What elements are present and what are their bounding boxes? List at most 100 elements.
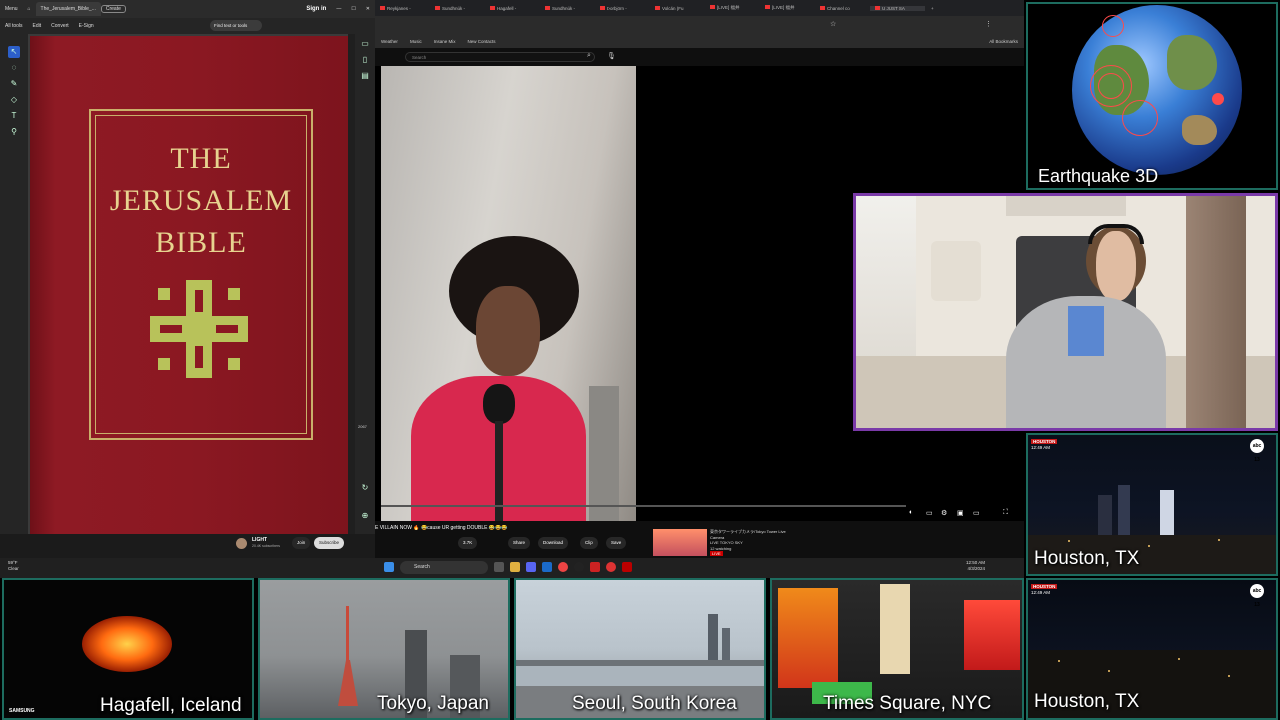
file-explorer-icon[interactable]: [510, 562, 520, 572]
tile-label-seoul: Seoul, South Korea: [572, 693, 737, 714]
chrome-menu-icon[interactable]: ⋮: [985, 20, 992, 28]
save-button[interactable]: Save: [606, 537, 627, 549]
steam-icon[interactable]: [542, 562, 552, 572]
bookmark-weather[interactable]: Weather: [375, 39, 404, 44]
fullscreen-icon[interactable]: ⛶: [1003, 509, 1008, 517]
sign-in-button[interactable]: Sign in: [301, 6, 331, 12]
video-frame[interactable]: [381, 66, 636, 521]
close-icon[interactable]: ✕: [361, 6, 375, 12]
chrome-tab[interactable]: Channel co: [815, 6, 870, 11]
abc13-logo: abc 13: [1250, 584, 1264, 608]
chrome-tab-active[interactable]: U JUST SA: [870, 5, 925, 11]
chrome-tab[interactable]: Þorbjörn -: [595, 6, 650, 11]
star-icon[interactable]: ☆: [830, 20, 836, 28]
theater-icon[interactable]: ▭: [973, 509, 980, 517]
skyline-building: [1160, 490, 1174, 535]
eraser-icon[interactable]: ◇: [8, 94, 20, 106]
text-icon[interactable]: T: [8, 110, 20, 122]
clock-date: 4/3/2024: [967, 566, 986, 571]
acrobat-menu-button[interactable]: Menu: [0, 6, 23, 12]
acrobat-right-toolbar: ▭ ▯ ▤ 2067 ↻ ⊕: [355, 34, 375, 534]
maximize-icon[interactable]: ☐: [346, 6, 360, 12]
city-light: [1058, 660, 1060, 662]
quake-ring: [1098, 73, 1124, 99]
bookmarks-bar: Weather Music Insane Mix New Contacts Al…: [375, 34, 1024, 48]
subscribe-button[interactable]: Subscribe: [314, 537, 345, 549]
panel-pages-icon[interactable]: ▤: [359, 70, 371, 82]
captions-icon[interactable]: ▭: [926, 509, 933, 517]
panel-comments-icon[interactable]: ▭: [359, 38, 371, 50]
all-bookmarks-link[interactable]: All Bookmarks: [983, 39, 1024, 44]
chrome-tab[interactable]: Sundhnúk -: [430, 6, 485, 11]
youtube-search-input[interactable]: Search: [405, 52, 595, 62]
channel-name[interactable]: LIGHT: [252, 537, 267, 543]
chrome-tab[interactable]: [LIVE] 福井: [705, 5, 760, 11]
pencil-icon[interactable]: ✎: [8, 78, 20, 90]
chrome-tab[interactable]: Hagafell -: [485, 6, 540, 11]
acrobat-taskbar-icon[interactable]: [590, 562, 600, 572]
earth-globe: [1072, 5, 1242, 175]
join-button[interactable]: Join: [292, 537, 311, 549]
refresh-icon[interactable]: ↻: [359, 482, 371, 494]
app-icon[interactable]: [606, 562, 616, 572]
minimize-icon[interactable]: —: [331, 6, 346, 12]
news-station-badge: HOUSTON 12:49 AM: [1031, 584, 1058, 596]
pdf-icon[interactable]: [622, 562, 632, 572]
quake-ring: [1122, 100, 1158, 136]
select-cursor-icon[interactable]: ↖: [8, 46, 20, 58]
task-view-icon[interactable]: [494, 562, 504, 572]
menu-convert[interactable]: Convert: [46, 23, 74, 29]
menu-edit[interactable]: Edit: [28, 23, 47, 29]
download-button[interactable]: Download: [538, 537, 569, 549]
chrome-tab[interactable]: [LIVE] 福井: [760, 5, 815, 11]
chrome-tab-strip: Reykjanes - Sundhnúk - Hagafell - Sundhn…: [375, 0, 1024, 16]
chrome-icon[interactable]: [558, 562, 568, 572]
recommended-video-info[interactable]: 東京タワーライブカメラ/Tokyo Tower Live Camera LIVE…: [710, 529, 800, 557]
clip-button[interactable]: Clip: [580, 537, 598, 549]
streamer-webcam-tile: [853, 193, 1278, 431]
microphone-icon[interactable]: 🎙: [607, 52, 616, 60]
bookmark-new-contacts[interactable]: New Contacts: [461, 39, 501, 44]
progress-bar[interactable]: [381, 505, 906, 507]
taskbar-weather[interactable]: 59°F Clear: [8, 560, 19, 572]
acrobat-menu-bar: All tools Edit Convert E-Sign: [0, 18, 375, 34]
chrome-tab[interactable]: Reykjanes -: [375, 6, 430, 11]
menu-esign[interactable]: E-Sign: [74, 23, 99, 29]
tokyo-tower-base: [338, 660, 358, 706]
tile-label-houston-top: Houston, TX: [1034, 548, 1140, 569]
comment-icon[interactable]: ◌: [8, 62, 20, 74]
continent-shape: [1182, 115, 1217, 145]
find-text-tools-input[interactable]: Find text or tools: [210, 20, 262, 31]
miniplayer-icon[interactable]: ▣: [957, 509, 964, 517]
taskbar-clock[interactable]: 12:50 AM 4/3/2024: [966, 560, 985, 572]
menu-all-tools[interactable]: All tools: [0, 23, 28, 29]
channel-avatar[interactable]: [236, 538, 247, 549]
new-tab-icon[interactable]: +: [925, 6, 934, 11]
discord-icon[interactable]: [526, 562, 536, 572]
obs-icon[interactable]: [574, 562, 584, 572]
search-icon[interactable]: ⌕: [587, 52, 591, 60]
streamer-shirt: [1068, 306, 1104, 356]
presenter-face: [476, 286, 540, 376]
bookmark-music[interactable]: Music: [404, 39, 428, 44]
city-light: [1218, 539, 1220, 541]
taskbar-search-box[interactable]: Search: [400, 561, 488, 574]
windows-start-icon[interactable]: [384, 562, 394, 572]
stamp-icon[interactable]: ⚲: [8, 126, 20, 138]
like-button[interactable]: 3.7K: [458, 537, 478, 549]
home-icon[interactable]: ⌂: [23, 6, 36, 12]
autoplay-toggle-icon[interactable]: ◐: [909, 509, 913, 516]
bookmark-insane-mix[interactable]: Insane Mix: [428, 39, 462, 44]
zoom-in-icon[interactable]: ⊕: [359, 510, 371, 522]
share-button[interactable]: Share: [508, 537, 531, 549]
acrobat-document-tab[interactable]: The_Jerusalem_Bible_...: [35, 2, 101, 16]
city-light: [1228, 675, 1230, 677]
chrome-tab[interactable]: Sundhnúk -: [540, 6, 595, 11]
video-controls: ◐ ▭ ⚙ ▣ ▭ ⛶: [381, 505, 1021, 521]
settings-gear-icon[interactable]: ⚙: [941, 509, 947, 517]
city-light: [1148, 545, 1150, 547]
panel-bookmarks-icon[interactable]: ▯: [359, 54, 371, 66]
recommended-video-thumbnail[interactable]: [653, 529, 707, 556]
chrome-tab[interactable]: Volcán (Fu: [650, 6, 705, 11]
create-button[interactable]: Create: [100, 5, 126, 13]
